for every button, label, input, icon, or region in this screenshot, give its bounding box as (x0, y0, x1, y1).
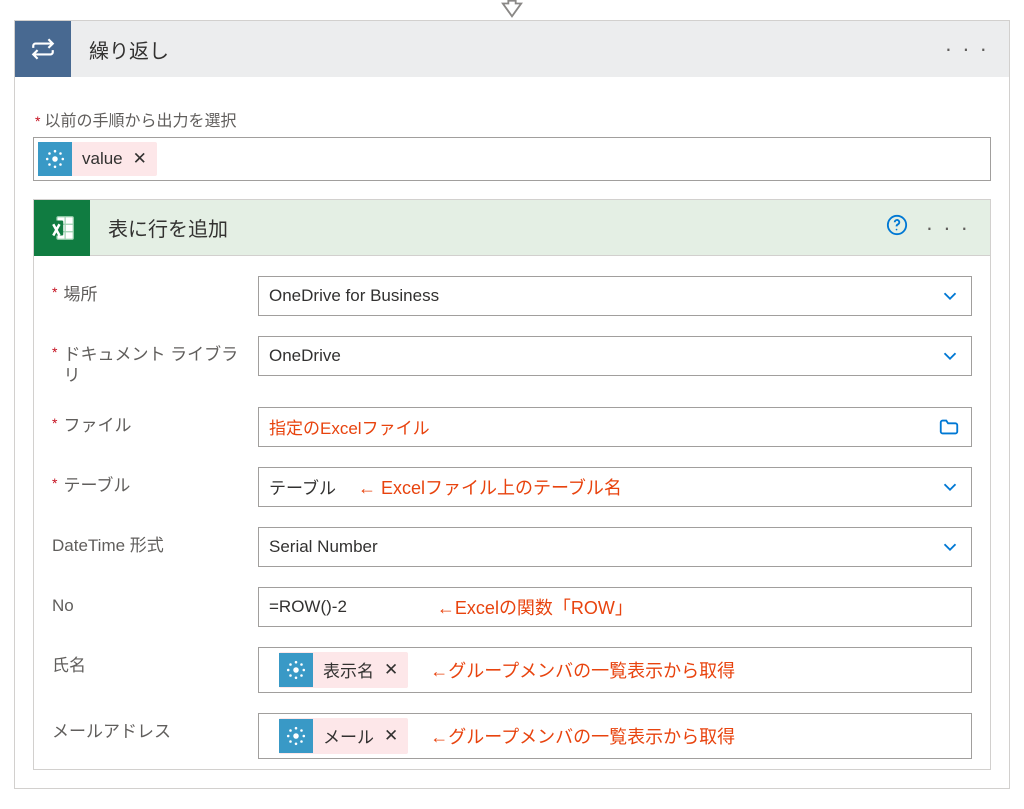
loop-card-header[interactable]: 繰り返し · · · (15, 21, 1009, 77)
chevron-down-icon (939, 345, 961, 367)
excel-more-menu[interactable]: · · · (926, 215, 970, 241)
chevron-down-icon (939, 476, 961, 498)
prev-output-label: *以前の手順から出力を選択 (35, 107, 991, 131)
field-name: 氏名 (52, 637, 972, 703)
loop-more-menu[interactable]: · · · (945, 36, 989, 62)
help-icon[interactable] (886, 214, 908, 241)
dynamic-content-icon (38, 142, 72, 176)
prev-output-field[interactable]: value ✕ (33, 137, 991, 181)
flow-connector-arrow (14, 0, 1010, 20)
loop-icon (15, 21, 71, 77)
remove-token-icon[interactable]: ✕ (133, 149, 147, 169)
remove-token-icon[interactable]: ✕ (384, 660, 398, 680)
excel-card-header[interactable]: 表に行を追加 · · · (34, 200, 990, 256)
email-input[interactable]: メール ✕ ←グループメンバの一覧表示から取得 (258, 713, 972, 759)
annotation-no: ←Excelの関数「ROW」 (347, 594, 633, 620)
field-email: メールアドレス (52, 703, 972, 769)
field-table: *テーブル テーブル ← Excelファイル上のテーブル名 (52, 457, 972, 517)
library-select[interactable]: OneDrive (258, 336, 972, 376)
field-file: *ファイル 指定のExcelファイル (52, 397, 972, 457)
folder-icon[interactable] (937, 416, 961, 438)
datetime-select[interactable]: Serial Number (258, 527, 972, 567)
table-select[interactable]: テーブル ← Excelファイル上のテーブル名 (258, 467, 972, 507)
no-input[interactable]: =ROW()-2 ←Excelの関数「ROW」 (258, 587, 972, 627)
chevron-down-icon (939, 536, 961, 558)
excel-card-title: 表に行を追加 (90, 213, 886, 242)
dynamic-content-icon (279, 719, 313, 753)
annotation-name: ←グループメンバの一覧表示から取得 (408, 657, 735, 683)
file-picker[interactable]: 指定のExcelファイル (258, 407, 972, 447)
chevron-down-icon (939, 285, 961, 307)
name-input[interactable]: 表示名 ✕ ←グループメンバの一覧表示から取得 (258, 647, 972, 693)
field-no: No =ROW()-2 ←Excelの関数「ROW」 (52, 577, 972, 637)
loop-card-title: 繰り返し (71, 35, 945, 64)
field-datetime: DateTime 形式 Serial Number (52, 517, 972, 577)
annotation-email: ←グループメンバの一覧表示から取得 (408, 723, 735, 749)
token-value[interactable]: value ✕ (38, 142, 157, 176)
excel-icon (34, 200, 90, 256)
annotation-table: ← Excelファイル上のテーブル名 (336, 474, 622, 500)
loop-card: 繰り返し · · · *以前の手順から出力を選択 (14, 20, 1010, 789)
token-display-name[interactable]: 表示名 ✕ (279, 652, 408, 688)
field-location: *場所 OneDrive for Business (52, 266, 972, 326)
token-mail[interactable]: メール ✕ (279, 718, 408, 754)
location-select[interactable]: OneDrive for Business (258, 276, 972, 316)
remove-token-icon[interactable]: ✕ (384, 726, 398, 746)
field-library: *ドキュメント ライブラリ OneDrive (52, 326, 972, 397)
dynamic-content-icon (279, 653, 313, 687)
excel-action-card: 表に行を追加 · · · *場所 (33, 199, 991, 770)
